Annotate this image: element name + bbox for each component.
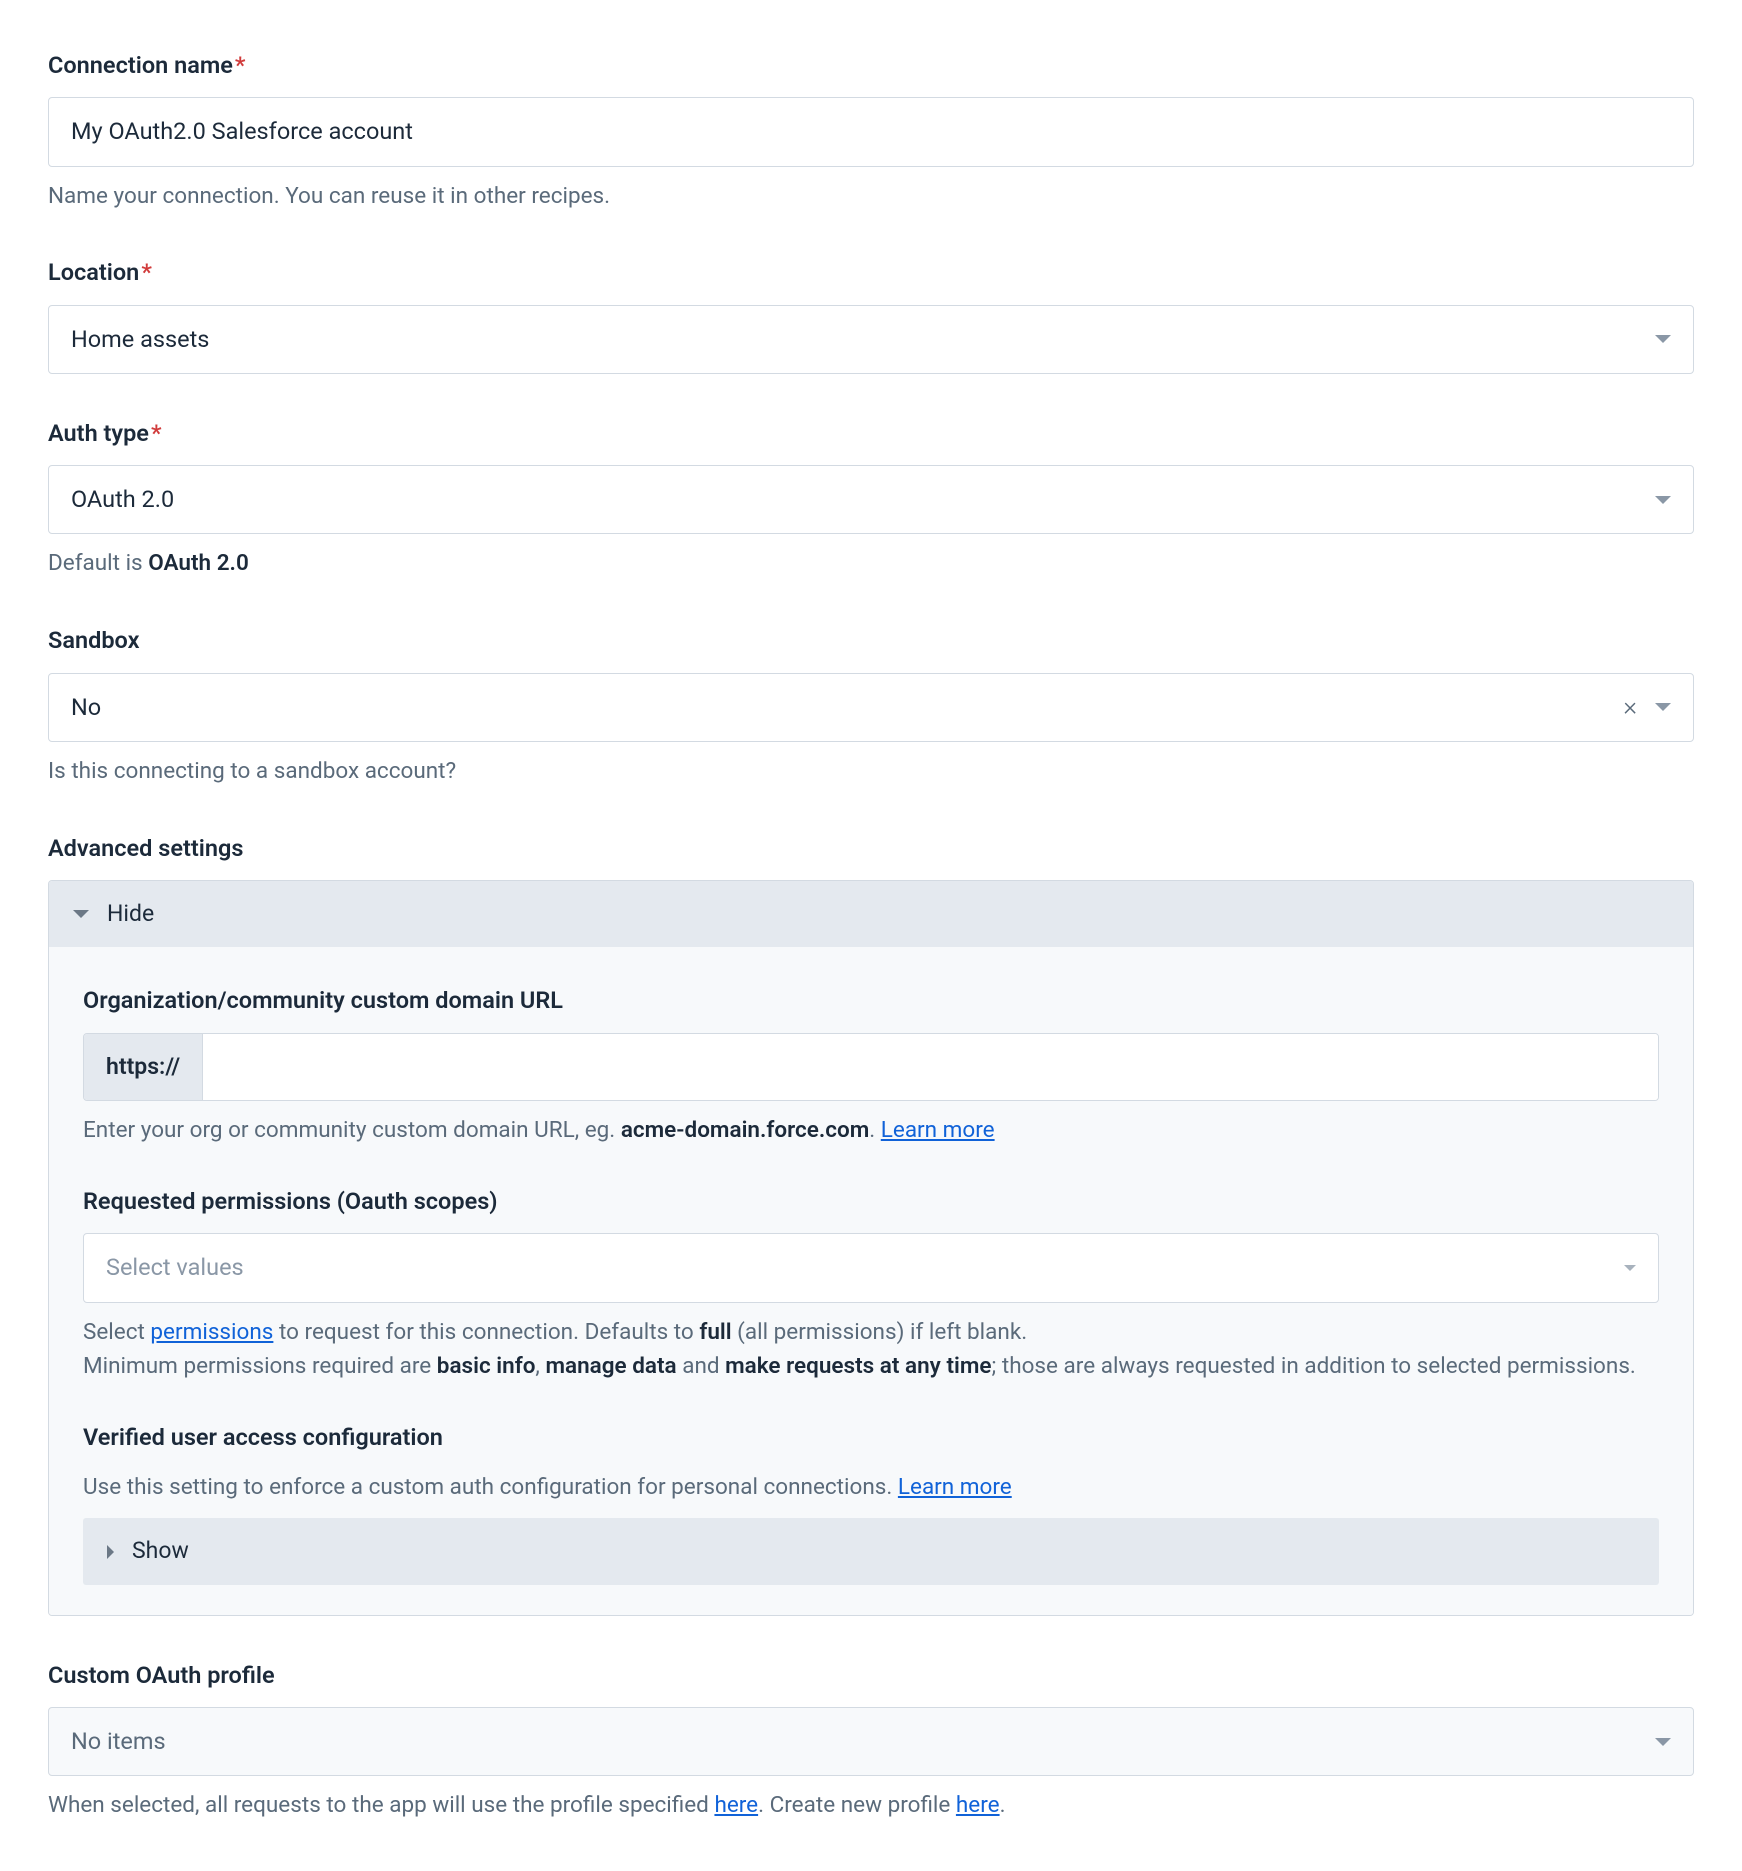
auth-type-label: Auth type* <box>48 416 1694 451</box>
location-value: Home assets <box>71 322 1655 357</box>
toggle-label: Show <box>132 1534 189 1569</box>
h: Minimum permissions required are <box>83 1353 437 1379</box>
verified-access-help: Use this setting to enforce a custom aut… <box>83 1470 1659 1505</box>
sandbox-help: Is this connecting to a sandbox account? <box>48 754 1694 789</box>
verified-access-field: Verified user access configuration Use t… <box>83 1420 1659 1585</box>
custom-domain-help: Enter your org or community custom domai… <box>83 1113 1659 1148</box>
learn-more-link[interactable]: Learn more <box>898 1474 1012 1500</box>
scopes-help: Select permissions to request for this c… <box>83 1315 1659 1385</box>
auth-type-value: OAuth 2.0 <box>71 482 1655 517</box>
connection-name-field: Connection name* My OAuth2.0 Salesforce … <box>48 48 1694 213</box>
help-text-bold: OAuth 2.0 <box>148 550 249 576</box>
advanced-settings-section: Advanced settings Hide Organization/comm… <box>48 831 1694 1616</box>
chevron-down-icon <box>1624 1265 1636 1271</box>
custom-domain-label: Organization/community custom domain URL <box>83 983 1659 1018</box>
h: full <box>699 1319 731 1345</box>
chevron-down-icon <box>1655 335 1671 343</box>
required-asterisk: * <box>151 419 162 447</box>
h: Select <box>83 1319 150 1345</box>
h: (all permissions) if left blank. <box>732 1319 1028 1345</box>
help-span: . <box>869 1117 881 1143</box>
scopes-select[interactable]: Select values <box>83 1233 1659 1302</box>
location-field: Location* Home assets <box>48 255 1694 374</box>
h: . <box>1000 1792 1006 1818</box>
permissions-link[interactable]: permissions <box>150 1319 273 1345</box>
profile-here-link[interactable]: here <box>714 1792 758 1818</box>
h: When selected, all requests to the app w… <box>48 1792 714 1818</box>
h: . Create new profile <box>758 1792 956 1818</box>
h: Use this setting to enforce a custom aut… <box>83 1474 898 1500</box>
help-text-span: Default is <box>48 550 148 576</box>
connection-name-input[interactable]: My OAuth2.0 Salesforce account <box>48 97 1694 166</box>
auth-type-help: Default is OAuth 2.0 <box>48 546 1694 581</box>
connection-name-label: Connection name* <box>48 48 1694 83</box>
custom-oauth-help: When selected, all requests to the app w… <box>48 1788 1694 1823</box>
custom-oauth-label: Custom OAuth profile <box>48 1658 1694 1693</box>
auth-type-select[interactable]: OAuth 2.0 <box>48 465 1694 534</box>
custom-domain-input[interactable] <box>203 1034 1658 1101</box>
custom-domain-input-group: https:// <box>83 1033 1659 1102</box>
custom-oauth-value: No items <box>71 1724 1655 1759</box>
advanced-settings-label: Advanced settings <box>48 831 1694 866</box>
scopes-field: Requested permissions (Oauth scopes) Sel… <box>83 1184 1659 1384</box>
help-span: Enter your org or community custom domai… <box>83 1117 621 1143</box>
advanced-toggle[interactable]: Hide <box>49 881 1693 948</box>
scopes-label: Requested permissions (Oauth scopes) <box>83 1184 1659 1219</box>
url-prefix: https:// <box>84 1034 203 1101</box>
label-text: Auth type <box>48 419 149 447</box>
sandbox-value: No <box>71 690 1623 725</box>
verified-access-label: Verified user access configuration <box>83 1420 1659 1455</box>
custom-oauth-select[interactable]: No items <box>48 1707 1694 1776</box>
label-text: Connection name <box>48 51 233 79</box>
help-bold: acme-domain.force.com <box>621 1117 869 1143</box>
h: to request for this connection. Defaults… <box>273 1319 699 1345</box>
location-select[interactable]: Home assets <box>48 305 1694 374</box>
chevron-down-icon <box>73 910 89 918</box>
h: make requests at any time <box>725 1353 991 1379</box>
sandbox-field: Sandbox No × Is this connecting to a san… <box>48 623 1694 788</box>
create-profile-link[interactable]: here <box>956 1792 1000 1818</box>
sandbox-label: Sandbox <box>48 623 1694 658</box>
auth-type-field: Auth type* OAuth 2.0 Default is OAuth 2.… <box>48 416 1694 581</box>
verified-access-toggle[interactable]: Show <box>83 1518 1659 1585</box>
custom-oauth-field: Custom OAuth profile No items When selec… <box>48 1658 1694 1823</box>
advanced-settings-panel: Hide Organization/community custom domai… <box>48 880 1694 1616</box>
chevron-down-icon <box>1655 703 1671 711</box>
required-asterisk: * <box>141 258 152 286</box>
chevron-down-icon <box>1655 1738 1671 1746</box>
toggle-label: Hide <box>107 897 154 932</box>
location-label: Location* <box>48 255 1694 290</box>
chevron-down-icon <box>1655 496 1671 504</box>
label-text: Location <box>48 258 139 286</box>
h: , <box>535 1353 545 1379</box>
chevron-right-icon <box>107 1545 114 1559</box>
custom-domain-field: Organization/community custom domain URL… <box>83 983 1659 1148</box>
scopes-placeholder: Select values <box>106 1250 1624 1285</box>
learn-more-link[interactable]: Learn more <box>881 1117 995 1143</box>
h: basic info <box>437 1353 536 1379</box>
connection-name-help: Name your connection. You can reuse it i… <box>48 179 1694 214</box>
h: manage data <box>545 1353 676 1379</box>
clear-icon[interactable]: × <box>1623 694 1637 720</box>
h: ; those are always requested in addition… <box>992 1353 1636 1379</box>
advanced-panel-body: Organization/community custom domain URL… <box>49 947 1693 1615</box>
h: and <box>677 1353 726 1379</box>
required-asterisk: * <box>235 51 246 79</box>
sandbox-select[interactable]: No × <box>48 673 1694 742</box>
